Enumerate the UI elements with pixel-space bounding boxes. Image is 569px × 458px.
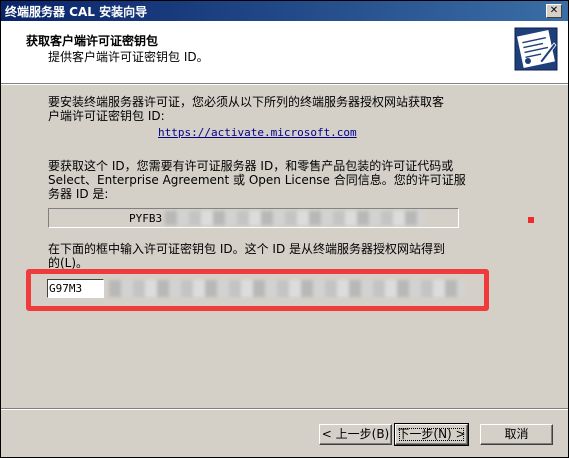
back-button[interactable]: < 上一步(B) bbox=[319, 424, 392, 445]
button-separator bbox=[1, 408, 568, 410]
redacted-server-id bbox=[165, 211, 425, 225]
prompt-text-2: 的(L)。 bbox=[48, 256, 89, 270]
page-title: 获取客户端许可证密钥包 bbox=[26, 34, 159, 48]
info-text-1: 要获取这个 ID，您需要有许可证服务器 ID，和零售产品包装的许可证代码或 bbox=[48, 159, 454, 173]
info-text-2: Select、Enterprise Agreement 或 Open Licen… bbox=[48, 173, 466, 187]
window-title: 终端服务器 CAL 安装向导 bbox=[5, 5, 148, 19]
cancel-button[interactable]: 取消 bbox=[480, 424, 553, 445]
redacted-key-segments[interactable] bbox=[109, 280, 465, 297]
intro-text-1: 要安装终端服务器许可证，您必须从以下所列的终端服务器授权网站获取客 bbox=[48, 95, 445, 109]
close-icon: ✕ bbox=[549, 5, 559, 16]
activation-link[interactable]: https://activate.microsoft.com bbox=[158, 126, 357, 139]
next-button[interactable]: 下一步(N) > bbox=[394, 423, 469, 446]
server-id-prefix: PYFB3 bbox=[129, 212, 163, 225]
intro-text-2: 户端许可证密钥包 ID: bbox=[48, 109, 165, 123]
key-segment-1-input[interactable]: G97M3 bbox=[47, 279, 104, 298]
server-id-field: PYFB3 bbox=[48, 208, 459, 228]
focus-rectangle bbox=[399, 428, 464, 441]
license-certificate-icon bbox=[514, 27, 558, 71]
annotation-marker bbox=[528, 217, 534, 223]
close-button[interactable]: ✕ bbox=[546, 4, 562, 18]
wizard-header: 获取客户端许可证密钥包 提供客户端许可证密钥包 ID。 bbox=[1, 21, 568, 84]
wizard-window: 终端服务器 CAL 安装向导 ✕ 获取客户端许可证密钥包 提供客户端许可证密钥包… bbox=[0, 0, 569, 458]
prompt-text-1: 在下面的框中输入许可证密钥包 ID。这个 ID 是从终端服务器授权网站得到 bbox=[48, 242, 446, 256]
info-text-3: 务器 ID 是: bbox=[48, 187, 109, 201]
page-subtitle: 提供客户端许可证密钥包 ID。 bbox=[48, 50, 209, 64]
title-bar[interactable]: 终端服务器 CAL 安装向导 ✕ bbox=[1, 1, 568, 21]
